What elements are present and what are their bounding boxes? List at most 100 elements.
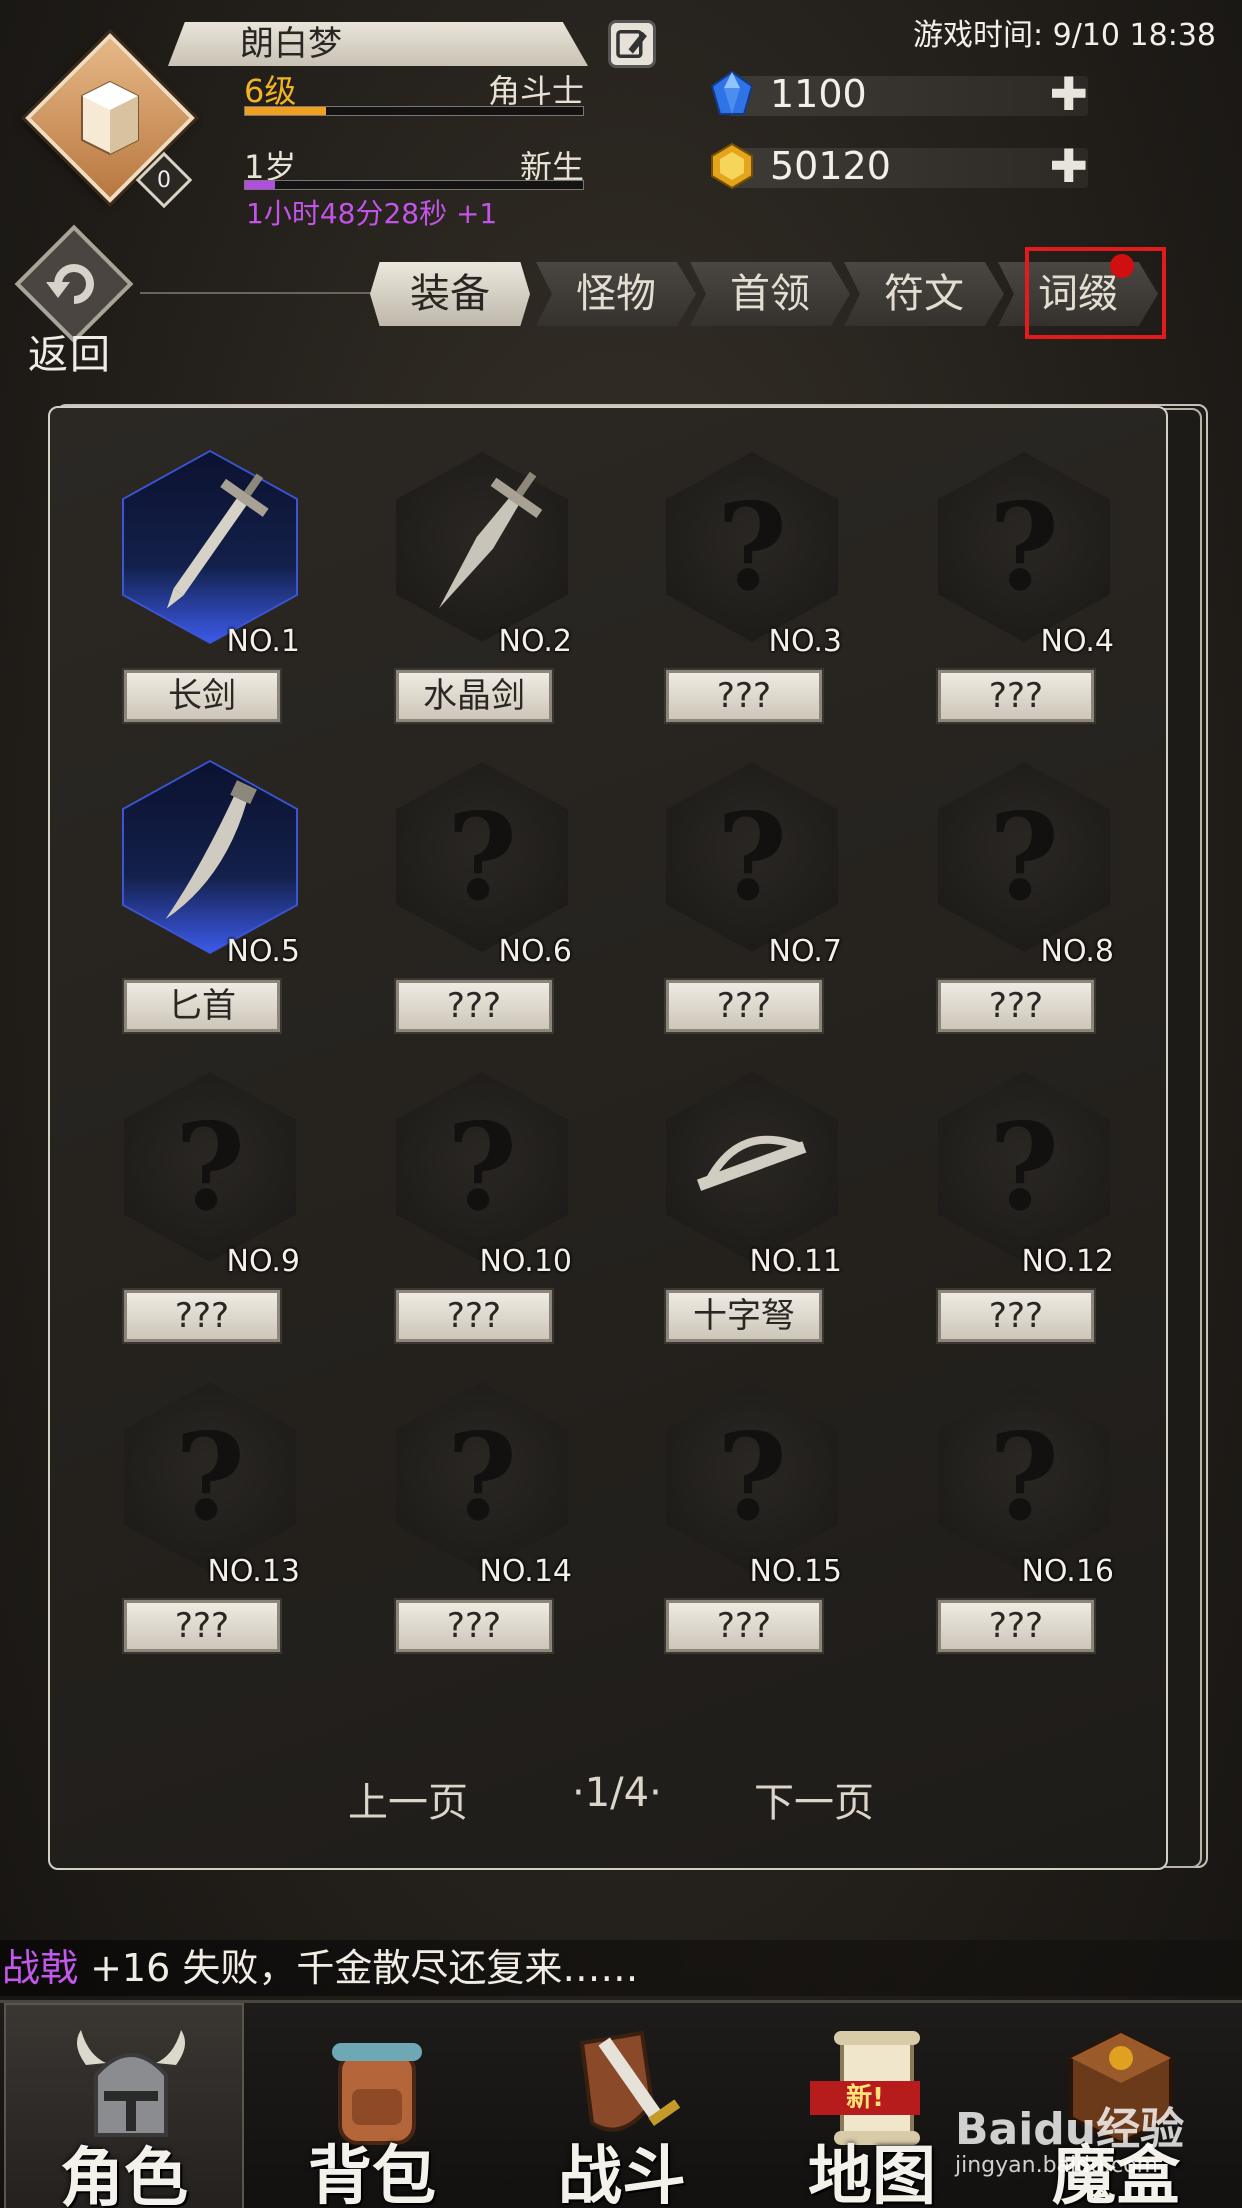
item-slot-3[interactable]: ? NO.3??? bbox=[642, 452, 842, 742]
tab-runes[interactable]: 符文 bbox=[844, 262, 1004, 326]
item-number: NO.6 bbox=[498, 934, 572, 969]
page-indicator: ·1/4· bbox=[572, 1770, 662, 1816]
unknown-question-icon: ? bbox=[988, 786, 1060, 928]
age-timer: 1小时48分28秒 +1 bbox=[246, 197, 498, 230]
item-number: NO.15 bbox=[749, 1554, 842, 1589]
item-name: ??? bbox=[936, 1598, 1096, 1654]
nav-battle-label: 战斗 bbox=[558, 2140, 686, 2208]
age-row: 1岁 新生 bbox=[244, 142, 584, 186]
gold-currency: 50120 ✚ bbox=[708, 142, 1098, 190]
item-number: NO.10 bbox=[479, 1244, 572, 1279]
item-slot-15[interactable]: ? NO.15??? bbox=[642, 1382, 842, 1672]
edit-name-icon[interactable] bbox=[608, 20, 656, 68]
tab-monsters[interactable]: 怪物 bbox=[536, 262, 696, 326]
item-slot-1[interactable]: NO.1 长剑 bbox=[100, 450, 300, 742]
tab-connector-line bbox=[140, 292, 372, 294]
age-progress-fill bbox=[245, 181, 276, 189]
item-name: ??? bbox=[664, 978, 824, 1034]
game-time: 游戏时间: 9/10 18:38 bbox=[912, 18, 1216, 53]
baidu-watermark: Baidu经验 bbox=[955, 2104, 1185, 2155]
unknown-question-icon: ? bbox=[988, 1096, 1060, 1238]
unknown-question-icon: ? bbox=[988, 476, 1060, 618]
nav-backpack-label: 背包 bbox=[308, 2140, 436, 2208]
watermark-url: jingyan.baidu.com bbox=[955, 2153, 1159, 2178]
nav-backpack[interactable]: 背包 bbox=[252, 2003, 492, 2208]
avatar-cube-icon bbox=[81, 80, 139, 156]
item-number: NO.9 bbox=[226, 1244, 300, 1279]
item-name: ??? bbox=[122, 1598, 282, 1654]
item-number: NO.14 bbox=[479, 1554, 572, 1589]
item-slot-5[interactable]: NO.5 匕首 bbox=[100, 760, 300, 1052]
unknown-question-icon: ? bbox=[446, 786, 518, 928]
tab-bosses[interactable]: 首领 bbox=[690, 262, 850, 326]
item-number: NO.4 bbox=[1040, 624, 1114, 659]
item-name: ??? bbox=[664, 1598, 824, 1654]
new-badge: 新! bbox=[810, 2081, 920, 2115]
item-number: NO.1 bbox=[226, 624, 300, 659]
unknown-question-icon: ? bbox=[446, 1406, 518, 1548]
item-name: ??? bbox=[936, 978, 1096, 1034]
item-name: ??? bbox=[394, 1288, 554, 1344]
log-message: +16 失败，千金散尽还复来…… bbox=[78, 1946, 639, 1990]
item-name: ??? bbox=[936, 1288, 1096, 1344]
item-slot-8[interactable]: ? NO.8??? bbox=[914, 762, 1114, 1052]
item-slot-13[interactable]: ? NO.13??? bbox=[100, 1382, 300, 1672]
bottom-nav: 角色 背包 战斗 新! 地图 魔盒 Baidu经验 jingyan.baidu.… bbox=[0, 2000, 1242, 2208]
unknown-question-icon: ? bbox=[174, 1406, 246, 1548]
diamond-currency: 1100 ✚ bbox=[708, 70, 1098, 118]
item-number: NO.8 bbox=[1040, 934, 1114, 969]
gold-count: 50120 bbox=[770, 144, 891, 188]
item-name: ??? bbox=[664, 668, 824, 724]
item-slot-6[interactable]: ? NO.6??? bbox=[372, 762, 572, 1052]
add-diamond-button[interactable]: ✚ bbox=[1049, 71, 1088, 117]
prev-page-button[interactable]: 上一页 bbox=[348, 1770, 468, 1828]
highlight-box bbox=[1025, 247, 1166, 339]
item-slot-11[interactable]: NO.11 十字弩 bbox=[642, 1072, 842, 1362]
item-slot-4[interactable]: ? NO.4??? bbox=[914, 452, 1114, 742]
item-slot-9[interactable]: ? NO.9??? bbox=[100, 1072, 300, 1362]
level-row: 6级 角斗士 bbox=[244, 66, 584, 110]
battle-log: 战戟 +16 失败，千金散尽还复来…… bbox=[0, 1940, 1242, 1996]
diamond-count: 1100 bbox=[770, 72, 867, 116]
item-slot-16[interactable]: ? NO.16??? bbox=[914, 1382, 1114, 1672]
item-number: NO.16 bbox=[1021, 1554, 1114, 1589]
unknown-question-icon: ? bbox=[716, 476, 788, 618]
player-avatar[interactable]: 0 bbox=[22, 30, 198, 209]
gold-gem-icon bbox=[711, 142, 753, 190]
item-name: ??? bbox=[394, 1598, 554, 1654]
item-number: NO.11 bbox=[749, 1244, 842, 1279]
nav-character-label: 角色 bbox=[60, 2142, 188, 2208]
item-name: ??? bbox=[122, 1288, 282, 1344]
back-label: 返回 bbox=[28, 332, 112, 378]
tab-equipment[interactable]: 装备 bbox=[370, 262, 530, 326]
item-name: ??? bbox=[394, 978, 554, 1034]
back-button[interactable]: 返回 bbox=[14, 224, 140, 378]
unknown-question-icon: ? bbox=[988, 1406, 1060, 1548]
item-slot-14[interactable]: ? NO.14??? bbox=[372, 1382, 572, 1672]
item-name: ??? bbox=[936, 668, 1096, 724]
log-weapon-name: 战戟 bbox=[2, 1946, 79, 1990]
item-slot-2[interactable]: NO.2 水晶剑 bbox=[372, 452, 572, 742]
add-gold-button[interactable]: ✚ bbox=[1049, 143, 1088, 189]
item-name: 匕首 bbox=[122, 978, 282, 1034]
item-name: 十字弩 bbox=[664, 1288, 824, 1344]
unknown-question-icon: ? bbox=[446, 1096, 518, 1238]
item-name: 水晶剑 bbox=[394, 668, 554, 724]
item-number: NO.7 bbox=[768, 934, 842, 969]
item-slot-7[interactable]: ? NO.7??? bbox=[642, 762, 842, 1052]
item-slot-10[interactable]: ? NO.10??? bbox=[372, 1072, 572, 1362]
blue-diamond-icon bbox=[710, 70, 754, 115]
item-slot-12[interactable]: ? NO.12??? bbox=[914, 1072, 1114, 1362]
unknown-question-icon: ? bbox=[174, 1096, 246, 1238]
level-progress-bar bbox=[244, 106, 584, 116]
item-number: NO.5 bbox=[226, 934, 300, 969]
nav-battle[interactable]: 战斗 bbox=[502, 2003, 742, 2208]
age-progress-bar bbox=[244, 180, 584, 190]
nav-character[interactable]: 角色 bbox=[4, 2003, 244, 2208]
level-progress-fill bbox=[245, 107, 327, 115]
item-number: NO.12 bbox=[1021, 1244, 1114, 1279]
item-name: 长剑 bbox=[122, 668, 282, 724]
return-arrow-icon bbox=[46, 264, 94, 304]
next-page-button[interactable]: 下一页 bbox=[754, 1770, 874, 1828]
unknown-question-icon: ? bbox=[716, 1406, 788, 1548]
